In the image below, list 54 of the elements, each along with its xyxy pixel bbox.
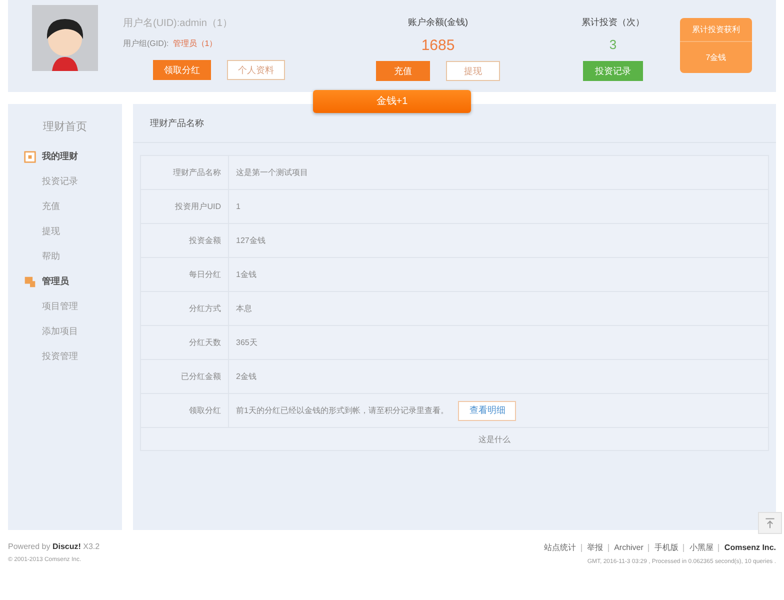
field-value: 365天 [236,337,258,348]
scroll-top-icon[interactable] [758,512,782,534]
footer-link[interactable]: 手机版 [654,542,678,553]
powered-by-text: Powered by Discuz! X3.2 [8,542,100,551]
panel-title: 理财产品名称 [133,104,776,143]
profit-value: 7金钱 [706,52,726,63]
field-value: 1 [236,202,240,211]
action-button[interactable]: 充值 [376,61,430,81]
action-button[interactable]: 提现 [446,61,500,81]
field-label: 投资用户UID [141,190,229,223]
field-label: 领取分红 [141,394,229,427]
avatar-icon [32,5,98,71]
field-value: 这是第一个测试项目 [236,167,308,178]
sidebar-item[interactable]: 投资记录 [42,169,122,194]
field-label: 已分红金额 [141,360,229,393]
profit-title: 累计投资获利 [680,18,752,42]
footer-link[interactable]: 小黑屋 [689,542,714,553]
group-label: 用户组(GID): [123,39,169,48]
group-value: 管理员（1） [172,39,218,48]
field-label: 分红天数 [141,326,229,359]
footer-link[interactable]: 举报 [587,542,604,553]
sidebar-group[interactable]: 管理员 [42,275,69,288]
toast-notification: 金钱+1 [313,90,471,113]
sidebar-item[interactable]: 提现 [42,219,122,244]
sidebar-group[interactable]: 我的理财 [42,150,78,163]
action-button[interactable]: 个人资料 [227,60,285,80]
sidebar-item[interactable]: 理财首页 [8,119,122,134]
field-label: 理财产品名称 [141,156,229,189]
field-label: 分红方式 [141,292,229,325]
help-link[interactable]: 这是什么 [478,435,510,444]
action-button[interactable]: 领取分红 [153,60,211,80]
username-text: 用户名(UID):admin（1） [123,16,234,30]
field-value: 前1天的分红已经以金钱的形式到帐，请至积分记录里查看。 [236,405,448,416]
stat-label: 累计投资（次） [582,16,644,29]
square-icon [24,150,36,162]
sidebar-item[interactable]: 帮助 [42,244,122,269]
sidebar-item[interactable]: 投资管理 [42,344,122,369]
field-label: 投资金额 [141,224,229,257]
footer-link[interactable]: Archiver [614,543,644,552]
field-value: 127金钱 [236,235,266,246]
field-value: 1金钱 [236,269,256,280]
stat-value: 1685 [421,37,455,55]
field-value: 2金钱 [236,371,256,382]
sidebar-item[interactable]: 添加项目 [42,319,122,344]
action-button[interactable]: 投资记录 [583,61,643,81]
field-value: 本息 [236,303,252,314]
sidebar-item[interactable]: 充值 [42,194,122,219]
footer-link[interactable]: 站点统计 [544,542,576,553]
field-label: 每日分红 [141,258,229,291]
footer-link[interactable]: Comsenz Inc. [724,543,776,552]
details-button[interactable]: 查看明细 [458,400,516,420]
stat-value: 3 [609,37,617,54]
stat-label: 账户余额(金钱) [408,16,468,29]
sidebar-item[interactable]: 项目管理 [42,294,122,319]
